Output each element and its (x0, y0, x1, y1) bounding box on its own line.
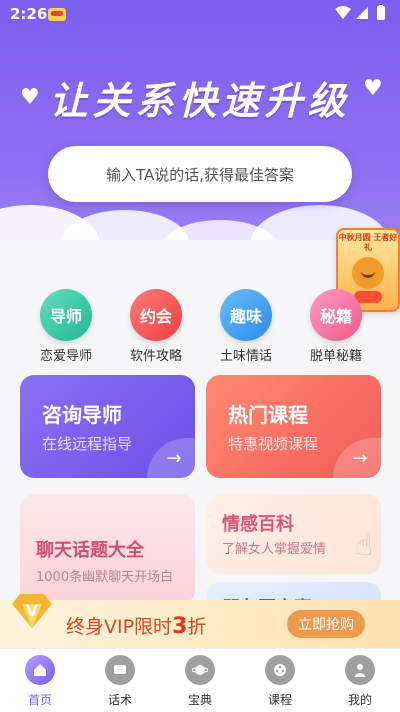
tab-scripts[interactable]: 话术 (80, 655, 160, 708)
card-subtitle: 在线远程指导 (42, 435, 133, 453)
hot-courses-card[interactable]: 热门课程 特惠视频课程 → (206, 375, 381, 478)
search-input[interactable]: 输入TA说的话,获得最佳答案 (48, 146, 352, 202)
vip-promo-text: 终身VIP限时3折 (66, 614, 207, 639)
fun-icon: 趣味 (220, 289, 272, 341)
status-time: 2:26 (10, 5, 48, 23)
mascot-icon (352, 257, 384, 289)
notification-icon (48, 8, 66, 21)
nav-cheesy-lines[interactable]: 趣味 土味情话 (206, 289, 286, 364)
header-banner: 2:26 ♥ ♥ 让关系快速升级 输入TA说的话,获得最佳答案 (0, 0, 400, 265)
home-icon (25, 655, 55, 685)
search-placeholder: 输入TA说的话,获得最佳答案 (105, 165, 295, 184)
promo-text: 中秋月圆 王者好礼 (338, 233, 398, 252)
secret-icon: 秘籍 (310, 289, 362, 341)
card-title: 热门课程 (228, 403, 308, 427)
tab-label: 我的 (347, 693, 372, 707)
nav-label: 软件攻略 (129, 349, 182, 364)
tab-label: 宝典 (187, 693, 212, 707)
card-title: 聊天话题大全 (36, 540, 144, 561)
chat-icon (105, 655, 135, 685)
tab-guidebook[interactable]: 宝典 (160, 655, 240, 708)
tab-label: 首页 (27, 693, 52, 707)
tab-label: 话术 (107, 693, 132, 707)
tab-label: 课程 (267, 693, 292, 707)
bottom-tab-bar: 首页 话术 宝典 课程 我的 (0, 648, 400, 712)
tab-courses[interactable]: 课程 (240, 655, 320, 708)
card-subtitle: 了解女人掌握爱情 (222, 542, 327, 557)
nav-label: 恋爱导师 (39, 349, 92, 364)
nav-label: 土味情话 (219, 349, 272, 364)
card-subtitle: 特惠视频课程 (228, 435, 319, 453)
vip-promo-bar[interactable]: 终身VIP限时3折 立即抢购 (0, 600, 400, 648)
card-title: 情感百科 (222, 514, 294, 535)
nav-app-guide[interactable]: 约会 软件攻略 (116, 289, 196, 364)
card-subtitle: 1000条幽默聊天开场白 (36, 570, 174, 585)
vip-diamond-icon: V (10, 588, 54, 632)
status-bar: 2:26 (0, 0, 400, 28)
arrow-right-icon: → (333, 438, 381, 478)
film-reel-icon (265, 655, 295, 685)
planet-icon (185, 655, 215, 685)
user-icon (345, 655, 375, 685)
buy-now-button[interactable]: 立即抢购 (287, 610, 365, 638)
status-icons (334, 5, 390, 25)
wifi-signal-battery-icon (335, 5, 385, 20)
page-headline: 让关系快速升级 (49, 79, 351, 123)
consult-mentor-card[interactable]: 咨询导师 在线远程指导 → (20, 375, 195, 478)
hand-pointer-icon: ☝ (354, 528, 373, 563)
svg-text:V: V (26, 601, 39, 620)
nav-love-mentor[interactable]: 导师 恋爱导师 (26, 289, 106, 364)
tab-home[interactable]: 首页 (0, 655, 80, 708)
emotion-encyclopedia-card[interactable]: 情感百科 了解女人掌握爱情 ☝ (206, 494, 381, 574)
arrow-right-icon: → (147, 438, 195, 478)
dating-icon: 约会 (130, 289, 182, 341)
card-title: 咨询导师 (42, 403, 122, 427)
nav-label: 脱单秘籍 (309, 349, 362, 364)
tab-profile[interactable]: 我的 (320, 655, 400, 708)
nav-dating-secrets[interactable]: 秘籍 脱单秘籍 (296, 289, 376, 364)
mentor-icon: 导师 (40, 289, 92, 341)
